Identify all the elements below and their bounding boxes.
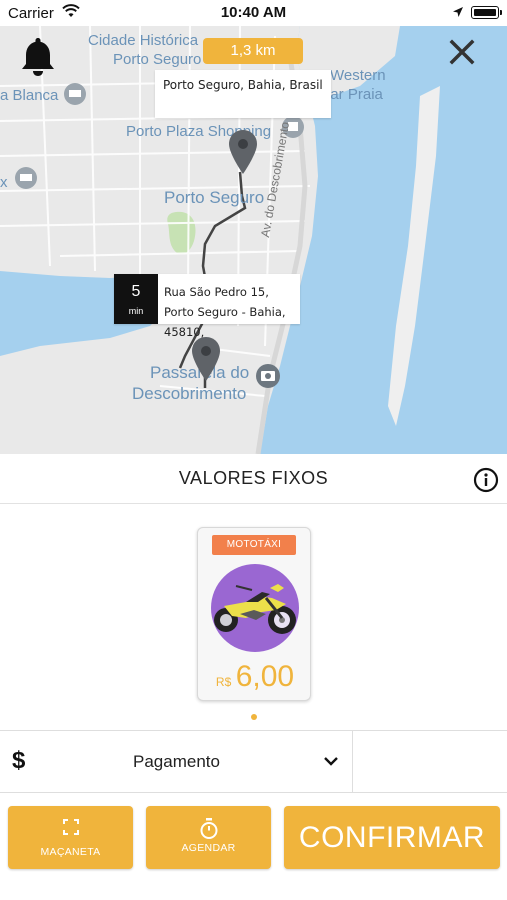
carousel-page-dot <box>251 714 257 720</box>
action-bar: MAÇANETA AGENDAR CONFIRMAR <box>0 793 507 900</box>
eta-value: 5 <box>131 283 141 300</box>
fixed-values-bar: VALORES FIXOS <box>0 454 507 504</box>
handle-button[interactable]: MAÇANETA <box>8 806 133 869</box>
motorcycle-icon <box>211 564 299 652</box>
payment-select[interactable]: $ Pagamento <box>0 731 353 793</box>
battery-icon <box>471 6 502 19</box>
origin-address: Rua São Pedro 15, Porto Seguro - Bahia, … <box>164 285 286 339</box>
origin-pin-icon[interactable] <box>192 337 220 381</box>
status-time: 10:40 AM <box>220 4 287 21</box>
location-arrow-icon <box>453 7 463 17</box>
close-icon[interactable] <box>446 36 478 68</box>
fixed-values-title: VALORES FIXOS <box>178 468 329 488</box>
bell-icon[interactable] <box>20 36 56 78</box>
payment-extra-field[interactable] <box>354 731 507 793</box>
schedule-label: AGENDAR <box>181 842 236 854</box>
map-label-cidade-historica: Cidade Histórica <box>88 32 199 49</box>
confirm-button[interactable]: CONFIRMAR <box>284 806 500 869</box>
vehicle-carousel[interactable]: MOTOTÁXI R$ 6,00 <box>0 504 507 730</box>
map-view[interactable]: Cidade Histórica Porto Seguro Western na… <box>0 26 507 454</box>
vehicle-card-mototaxi[interactable]: MOTOTÁXI R$ 6,00 <box>197 527 311 701</box>
map-label-mar-praia: nar Praia <box>322 86 383 103</box>
price-value: 6,00 <box>235 660 295 693</box>
payment-row: $ Pagamento <box>0 730 507 793</box>
origin-card[interactable]: 5 min Rua São Pedro 15, Porto Seguro - B… <box>114 274 300 339</box>
status-bar: Carrier 10:40 AM <box>0 0 507 26</box>
eta-box: 5 min <box>114 274 158 324</box>
destination-address: Porto Seguro, Bahia, Brasil <box>163 78 323 92</box>
map-label-la-blanca: a Blanca <box>0 87 59 104</box>
chevron-down-icon <box>324 757 338 766</box>
map-label-porto-seguro-top: Porto Seguro <box>113 51 202 68</box>
map-label-descobrimento: Descobrimento <box>132 384 247 403</box>
map-label-x: x <box>0 174 8 191</box>
map-label-western: Western <box>330 67 386 84</box>
map-label-porto-seguro: Porto Seguro <box>164 188 265 207</box>
eta-unit: min <box>128 306 144 316</box>
expand-icon <box>8 818 133 841</box>
confirm-label: CONFIRMAR <box>298 821 486 854</box>
destination-pin-icon[interactable] <box>229 130 257 174</box>
handle-label: MAÇANETA <box>40 846 101 858</box>
info-icon[interactable] <box>473 467 499 493</box>
schedule-button[interactable]: AGENDAR <box>146 806 271 869</box>
stopwatch-icon <box>146 818 271 845</box>
distance-badge: 1,3 km <box>203 38 303 64</box>
price-currency: R$ <box>215 675 232 689</box>
payment-label: Pagamento <box>133 752 220 771</box>
vehicle-price: R$ 6,00 <box>198 660 312 694</box>
destination-card[interactable]: Porto Seguro, Bahia, Brasil <box>155 70 331 118</box>
vehicle-label: MOTOTÁXI <box>212 535 296 555</box>
